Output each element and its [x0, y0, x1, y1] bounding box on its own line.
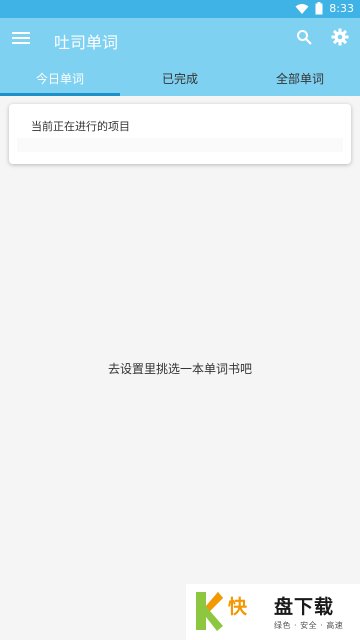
- settings-icon: [331, 28, 349, 50]
- tab-all-words[interactable]: 全部单词: [240, 60, 360, 96]
- wifi-icon: [295, 3, 309, 15]
- empty-state-message: 去设置里挑选一本单词书吧: [107, 362, 252, 376]
- settings-button[interactable]: [328, 27, 352, 51]
- watermark-tagline: 绿色 · 安全 · 高速: [274, 621, 344, 630]
- kuaipan-logo-icon: [192, 590, 224, 632]
- search-button[interactable]: [292, 27, 316, 51]
- watermark: 快 盘下载 绿色 · 安全 · 高速: [186, 584, 360, 640]
- menu-button[interactable]: [10, 28, 32, 50]
- current-project-title: 当前正在进行的项目: [31, 120, 130, 133]
- tab-completed[interactable]: 已完成: [120, 60, 240, 96]
- watermark-brand-part1: 快: [228, 596, 249, 618]
- watermark-brand-part2: 盘下载: [274, 596, 335, 618]
- status-bar: 8:33: [0, 0, 360, 18]
- search-icon: [296, 29, 312, 49]
- app-title: 吐司单词: [54, 33, 119, 52]
- battery-icon: [315, 2, 323, 15]
- status-time: 8:33: [329, 2, 354, 15]
- current-project-card[interactable]: 当前正在进行的项目: [9, 104, 351, 164]
- app-bar: 吐司单词: [0, 18, 360, 60]
- current-project-content: [17, 138, 343, 152]
- menu-icon: [12, 30, 30, 49]
- tab-bar: 今日单词 已完成 全部单词: [0, 60, 360, 96]
- tab-today-words[interactable]: 今日单词: [0, 60, 120, 96]
